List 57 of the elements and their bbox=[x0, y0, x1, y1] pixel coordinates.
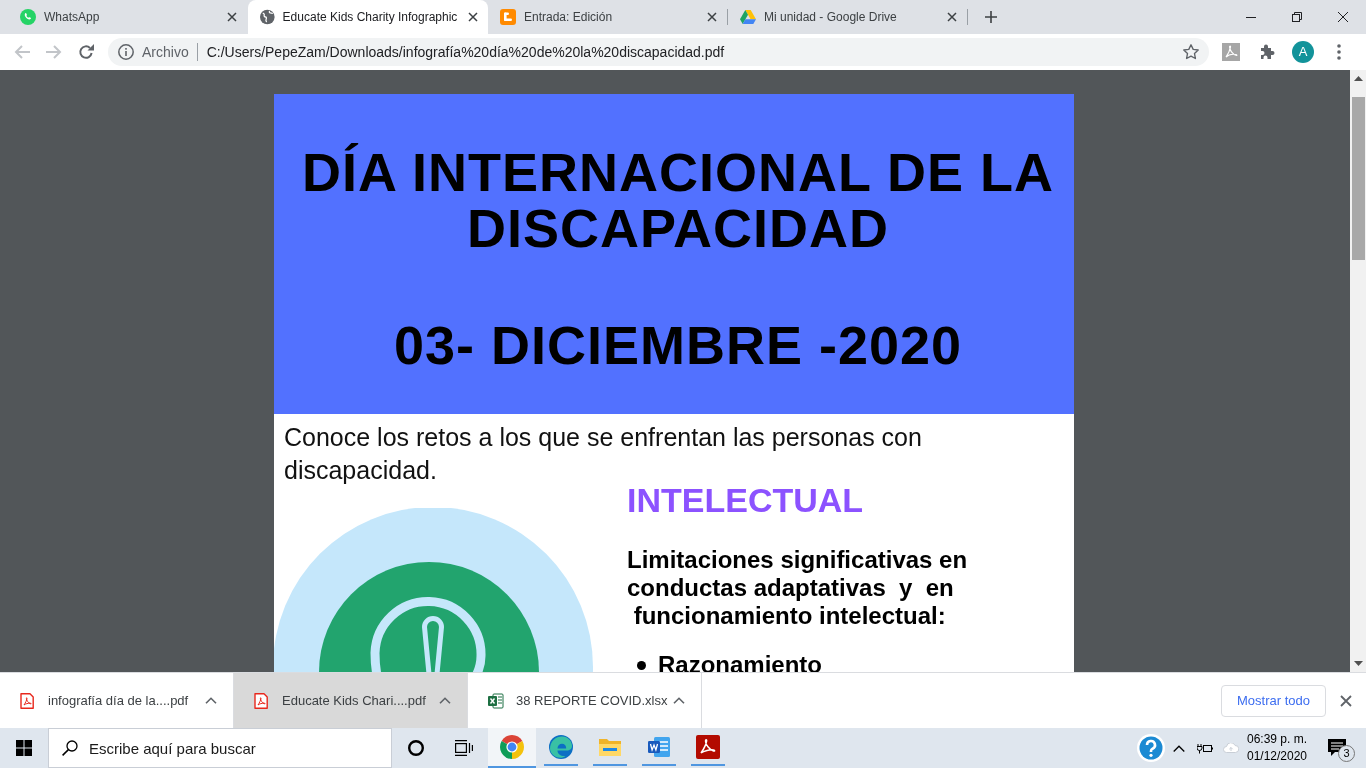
notification-count: 3 bbox=[1338, 745, 1355, 762]
whatsapp-icon bbox=[20, 9, 36, 25]
info-icon[interactable] bbox=[118, 44, 134, 60]
taskbar-app-button[interactable] bbox=[488, 728, 536, 768]
puzzle-icon[interactable] bbox=[1259, 44, 1275, 60]
url-text: C:/Users/PepeZam/Downloads/infografía%20día%20de%20la%20discapacidad.pdf bbox=[206, 42, 726, 62]
infographic-title: DÍA INTERNACIONAL DE LA DISCAPACIDAD bbox=[301, 144, 1055, 256]
browser-tab[interactable]: Educate Kids Charity Infographic bbox=[248, 0, 488, 34]
profile-avatar[interactable]: A bbox=[1292, 41, 1314, 63]
restore-icon[interactable] bbox=[1292, 12, 1302, 22]
spreadsheet-file-icon bbox=[488, 692, 504, 709]
search-icon bbox=[62, 740, 78, 756]
browser-tab[interactable]: Entrada: Edición bbox=[488, 0, 728, 34]
bullet-icon bbox=[637, 660, 646, 670]
minimize-icon[interactable] bbox=[1246, 16, 1256, 18]
section-heading: INTELECTUAL bbox=[627, 487, 864, 513]
blogger-icon bbox=[500, 9, 516, 25]
section-description: Limitaciones significativas en conductas adaptativas y en funcionamiento intelectual: bbox=[627, 546, 968, 630]
menu-icon[interactable] bbox=[1337, 44, 1341, 60]
close-icon[interactable] bbox=[707, 12, 717, 22]
scrollbar-track[interactable] bbox=[1350, 70, 1366, 672]
globe-icon bbox=[260, 9, 275, 25]
scrollbar-thumb[interactable] bbox=[1351, 97, 1365, 260]
power-plug-icon[interactable] bbox=[1197, 742, 1213, 754]
show-all-button[interactable]: Mostrar todo bbox=[1221, 684, 1326, 717]
close-icon[interactable] bbox=[1338, 12, 1348, 22]
intro-text: Conoce los retos a los que se enfrentan las personas con discapacidad. bbox=[283, 422, 923, 486]
close-icon[interactable] bbox=[1340, 694, 1352, 707]
scroll-up-icon[interactable] bbox=[1353, 76, 1363, 81]
scroll-down-icon[interactable] bbox=[1353, 661, 1363, 666]
clock-date[interactable]: 01/12/2020 bbox=[1246, 748, 1308, 765]
browser-tab[interactable]: Mi unidad - Google Drive bbox=[728, 0, 968, 34]
acrobat-icon bbox=[696, 735, 720, 759]
clock-time[interactable]: 06:39 p. m. bbox=[1246, 731, 1307, 748]
close-icon[interactable] bbox=[947, 12, 957, 22]
windows-logo-icon[interactable] bbox=[16, 740, 32, 756]
drive-icon bbox=[740, 9, 756, 25]
chrome-icon bbox=[500, 735, 524, 759]
help-icon[interactable] bbox=[1137, 734, 1165, 762]
ring-icon[interactable] bbox=[408, 740, 424, 756]
star-icon[interactable] bbox=[1183, 44, 1199, 60]
pdf-file-icon bbox=[254, 692, 270, 709]
address-bar[interactable]: Archivo C:/Users/PepeZam/Downloads/infografía%20día%20de%20la%20discapacidad.pdf bbox=[108, 38, 1209, 66]
download-item[interactable]: Educate Kids Chari....pdf bbox=[234, 673, 468, 728]
edge-icon bbox=[549, 735, 573, 759]
reload-icon[interactable] bbox=[78, 44, 94, 60]
search-field[interactable]: Escribe aquí para buscar bbox=[48, 728, 392, 768]
event-date: 03- DICIEMBRE -2020 bbox=[392, 317, 964, 373]
task-view-icon[interactable] bbox=[455, 740, 473, 756]
security-label: Archivo bbox=[142, 42, 189, 62]
word-document-icon bbox=[647, 735, 671, 759]
plus-icon[interactable] bbox=[985, 11, 997, 23]
chevron-up-icon[interactable] bbox=[1173, 744, 1185, 752]
browser-tab[interactable]: WhatsApp bbox=[8, 0, 248, 34]
pdf-file-icon bbox=[20, 692, 36, 709]
close-icon[interactable] bbox=[227, 12, 237, 22]
close-icon[interactable] bbox=[467, 12, 478, 22]
